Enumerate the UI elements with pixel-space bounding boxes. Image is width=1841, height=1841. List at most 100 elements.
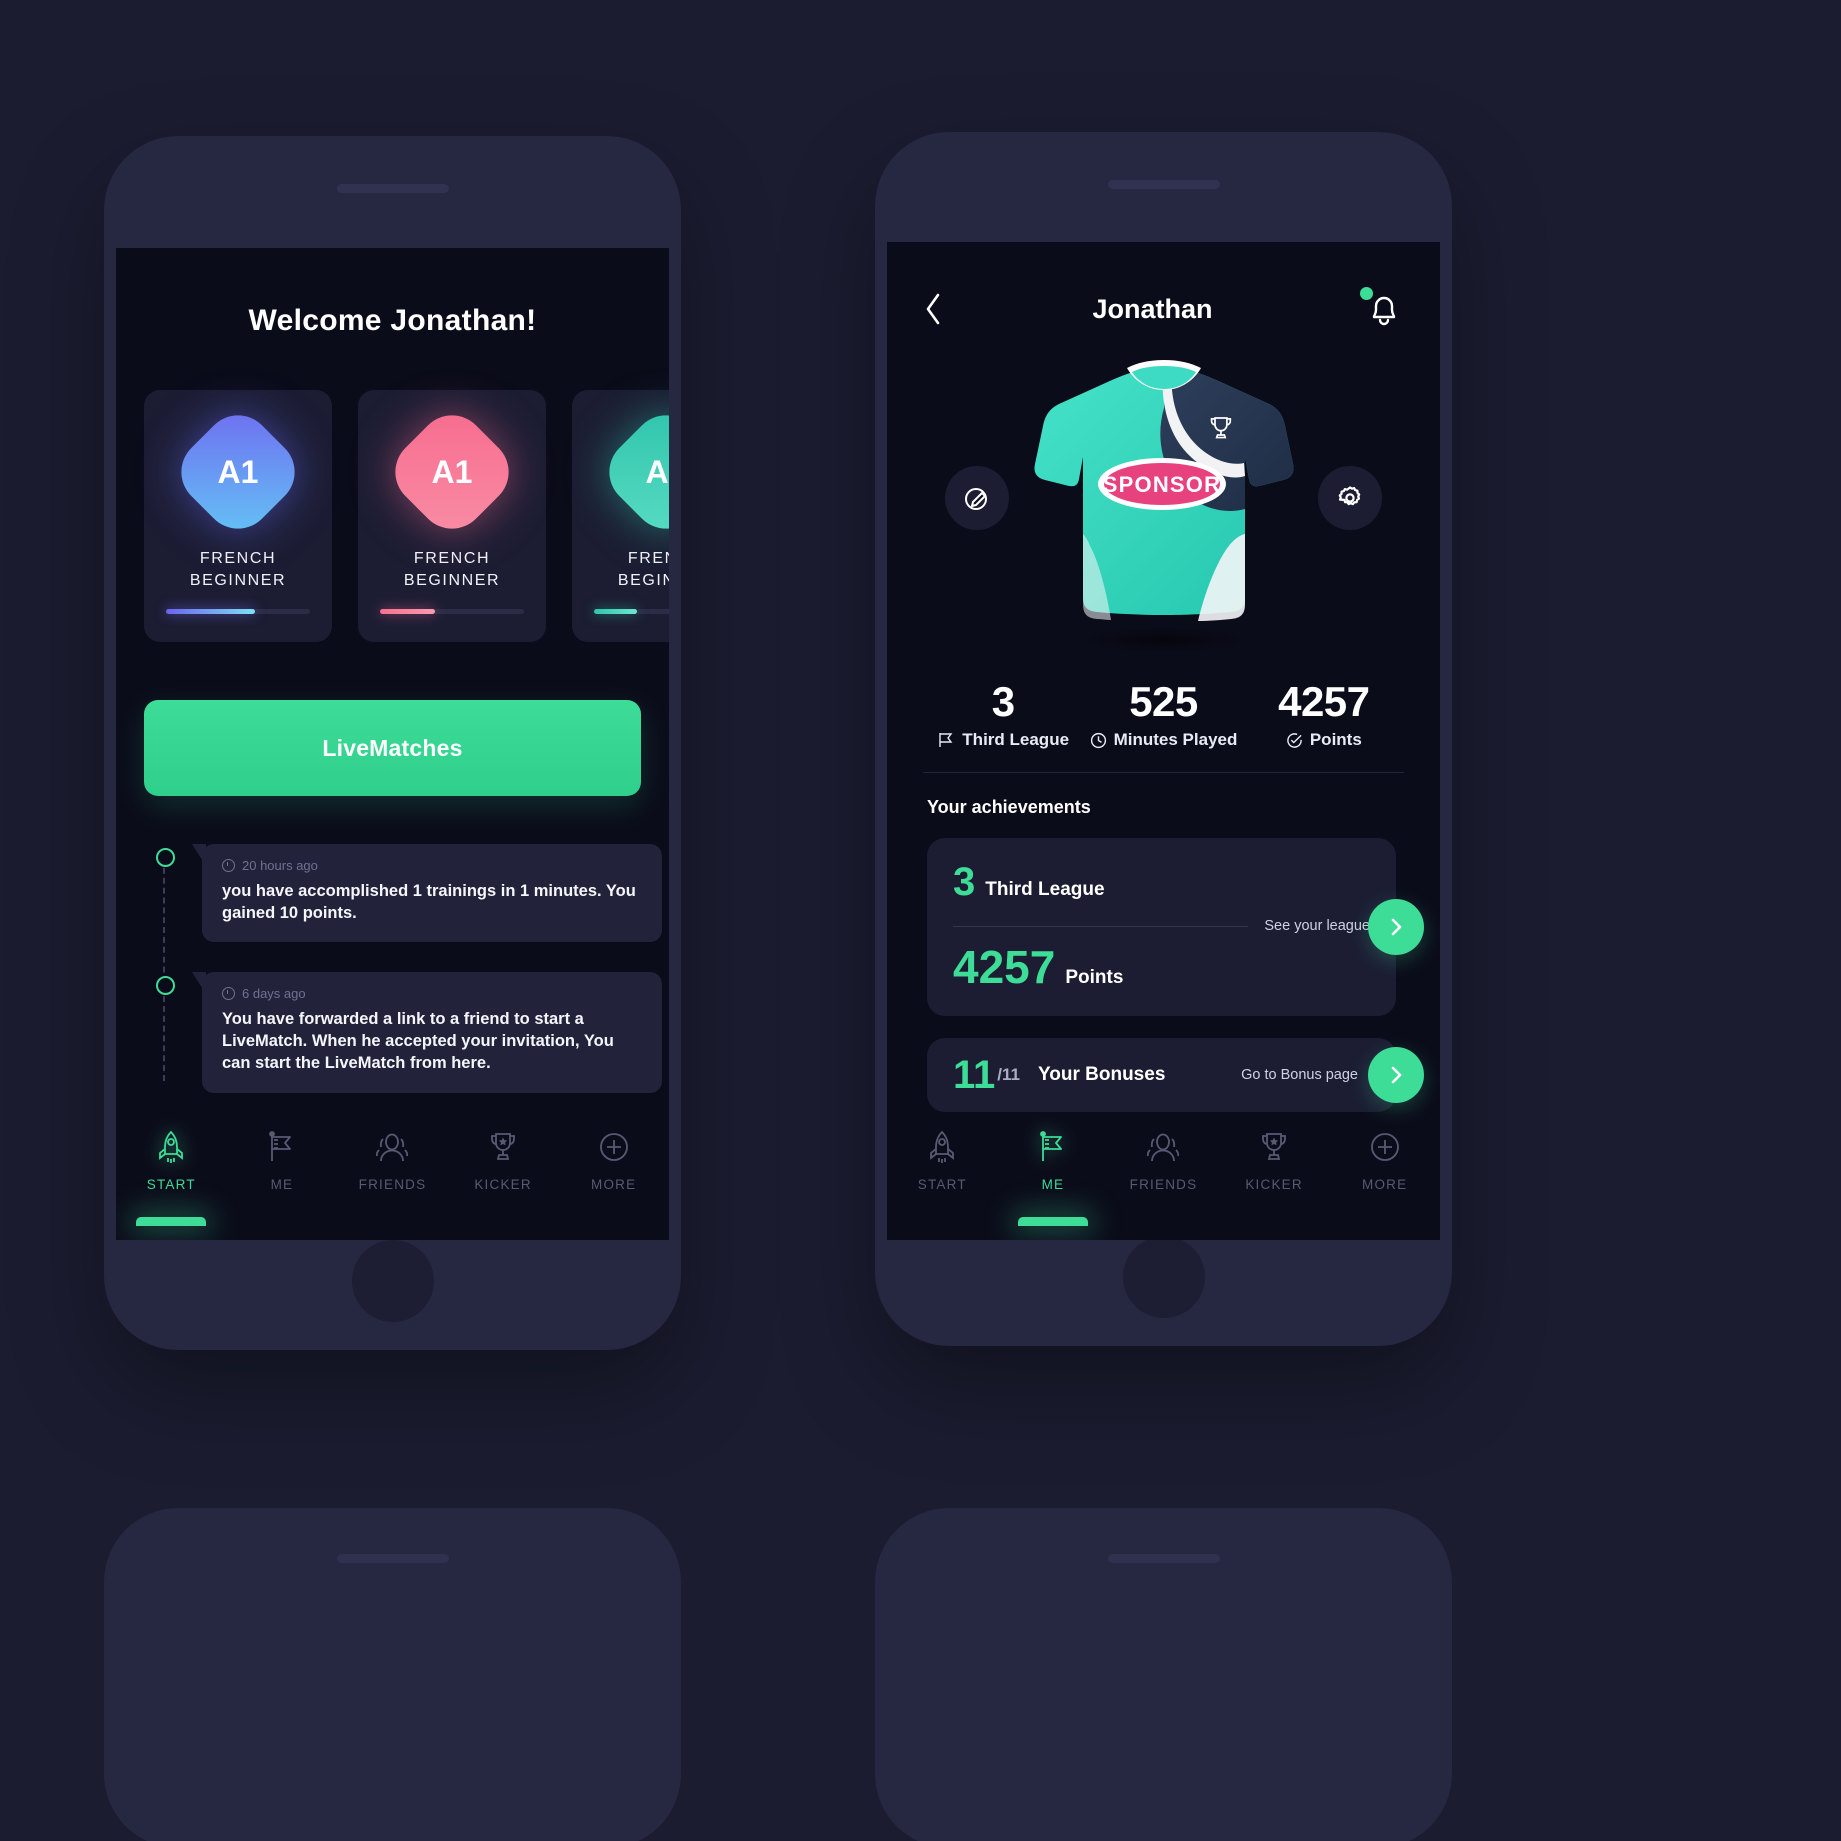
bottom-navigation: START ME FRIENDS KICKER MORE [116, 1110, 669, 1240]
timeline-text: You have forwarded a link to a friend to… [222, 1010, 614, 1073]
level-progress-bar [166, 609, 310, 614]
timeline-dot-icon [156, 976, 175, 996]
trophy-icon [448, 1124, 559, 1170]
edit-pencil-icon[interactable] [945, 466, 1009, 530]
active-tab-indicator [136, 1217, 207, 1226]
bonus-label: Your Bonuses [1038, 1064, 1166, 1085]
tab-friends[interactable]: FRIENDS [1108, 1124, 1219, 1192]
timeline-bubble: 6 days ago You have forwarded a link to … [192, 972, 662, 1093]
league-points-label: Points [1065, 967, 1124, 988]
jersey-section: SPONSOR [887, 338, 1440, 658]
timeline-text: you have accomplished 1 trainings in 1 m… [222, 882, 636, 923]
clock-icon [1090, 732, 1107, 749]
welcome-title: Welcome Jonathan! [248, 304, 537, 337]
bonus-page-link[interactable]: Go to Bonus page [1241, 1067, 1358, 1083]
level-progress-bar [380, 609, 524, 614]
bonus-card[interactable]: 11 /11 Your Bonuses Go to Bonus page [927, 1038, 1424, 1112]
tab-label: MORE [1362, 1177, 1408, 1192]
plus-icon [558, 1124, 669, 1170]
phone-ghost-left [104, 1508, 681, 1841]
level-cards-row[interactable]: A1 FRENCHBEGINNER A1 FRENCHBEGINNER A1 [116, 390, 669, 642]
level-card[interactable]: A1 FRENCHBEGINNER [144, 390, 332, 642]
tab-label: KICKER [474, 1177, 532, 1192]
timeline-bubble: 20 hours ago you have accomplished 1 tra… [192, 844, 662, 943]
tab-kicker[interactable]: KICKER [1219, 1124, 1330, 1192]
trophy-icon [1219, 1124, 1330, 1170]
tab-friends[interactable]: FRIENDS [337, 1124, 448, 1192]
chevron-left-icon[interactable] [923, 292, 943, 326]
level-card[interactable]: A1 FRENCHBEGINNER [358, 390, 546, 642]
stat-label-wrap: Points [1244, 730, 1404, 750]
jersey-sponsor-text: SPONSOR [1102, 472, 1220, 497]
level-badge-label: A1 [431, 453, 473, 490]
league-achievement-card[interactable]: 3 Third League See your league 4257 Poin… [927, 838, 1424, 1016]
phone-left: Welcome Jonathan! A1 FRENCH BEGINNER A1 F… [104, 136, 681, 1350]
tab-label: MORE [591, 1177, 637, 1192]
stat-label: Third League [962, 730, 1070, 749]
friends-icon [337, 1124, 448, 1170]
tab-me[interactable]: ME [227, 1124, 338, 1192]
tab-me[interactable]: ME [998, 1124, 1109, 1226]
level-badge: A1 [595, 401, 669, 543]
stat-value: 3 [991, 678, 1015, 725]
league-points-value: 4257 [953, 941, 1056, 993]
flag-icon [937, 732, 955, 748]
tab-more[interactable]: MORE [1329, 1124, 1440, 1192]
level-badge-label: A1 [217, 453, 259, 490]
tab-label: FRIENDS [358, 1177, 427, 1192]
timeline-time-text: 20 hours ago [242, 858, 318, 873]
chevron-right-icon[interactable] [1368, 1047, 1424, 1103]
league-rank-label: Third League [985, 879, 1105, 900]
level-badge: A1 [167, 401, 309, 543]
chevron-right-icon[interactable] [1368, 899, 1424, 955]
timeline-timestamp: 6 days ago [222, 986, 642, 1001]
tab-label: START [146, 1177, 196, 1192]
stat-label-wrap: Minutes Played [1083, 730, 1243, 750]
level-card-title: FRENCHBEGINNER [617, 550, 669, 589]
bonus-count: 11 [953, 1053, 996, 1097]
level-badge-label: A1 [645, 453, 669, 490]
jersey-image: SPONSOR [1019, 344, 1309, 654]
stat-label-wrap: Third League [923, 730, 1083, 750]
phone-speaker [336, 1554, 449, 1563]
active-tab-indicator [1017, 1217, 1088, 1226]
flag-icon [227, 1124, 338, 1170]
livematches-button[interactable]: LiveMatches [144, 700, 641, 796]
league-rank-value: 3 [953, 860, 976, 904]
tab-more[interactable]: MORE [558, 1124, 669, 1192]
stat-points: 4257 Points [1244, 678, 1404, 750]
tab-kicker[interactable]: KICKER [448, 1124, 559, 1192]
clock-icon [222, 859, 235, 872]
tab-start[interactable]: START [887, 1124, 998, 1192]
see-league-link[interactable]: See your league [1264, 918, 1370, 934]
canvas: Welcome Jonathan! A1 FRENCH BEGINNER A1 F… [0, 0, 1841, 1841]
level-badge: A1 [381, 401, 523, 543]
divider [953, 925, 1249, 927]
gear-icon[interactable] [1318, 466, 1382, 530]
phone-ghost-right [875, 1508, 1452, 1841]
notification-dot [1359, 287, 1373, 300]
profile-header: Jonathan [887, 242, 1440, 330]
level-card[interactable]: A1 FRENCHBEGINNER [572, 390, 669, 642]
tab-start[interactable]: START [116, 1124, 227, 1226]
phone-home-button[interactable] [351, 1240, 434, 1322]
timeline-item: 6 days ago You have forwarded a link to … [152, 972, 669, 1093]
tab-label: ME [270, 1177, 294, 1192]
stat-label: Minutes Played [1113, 730, 1238, 749]
left-screen: Welcome Jonathan! A1 FRENCH BEGINNER A1 F… [116, 248, 669, 1240]
timeline-item: 20 hours ago you have accomplished 1 tra… [152, 844, 669, 943]
phone-speaker [336, 184, 449, 193]
phone-home-button[interactable] [1122, 1236, 1205, 1318]
rocket-icon [116, 1124, 227, 1170]
activity-timeline: 20 hours ago you have accomplished 1 tra… [116, 844, 669, 1093]
phone-right: Jonathan SPONSOR 3 Third League 525 Minu… [875, 132, 1452, 1346]
tab-label: FRIENDS [1129, 1177, 1198, 1192]
league-rank-row: 3 Third League [953, 862, 1370, 902]
bottom-navigation: START ME FRIENDS KICKER MORE [887, 1110, 1440, 1240]
stat-value: 4257 [1278, 678, 1370, 725]
timeline-timestamp: 20 hours ago [222, 858, 642, 873]
level-card-title: FRENCHBEGINNER [403, 550, 501, 589]
bell-icon[interactable] [1359, 287, 1404, 330]
stat-value: 525 [1129, 678, 1198, 725]
phone-speaker [1107, 180, 1220, 189]
